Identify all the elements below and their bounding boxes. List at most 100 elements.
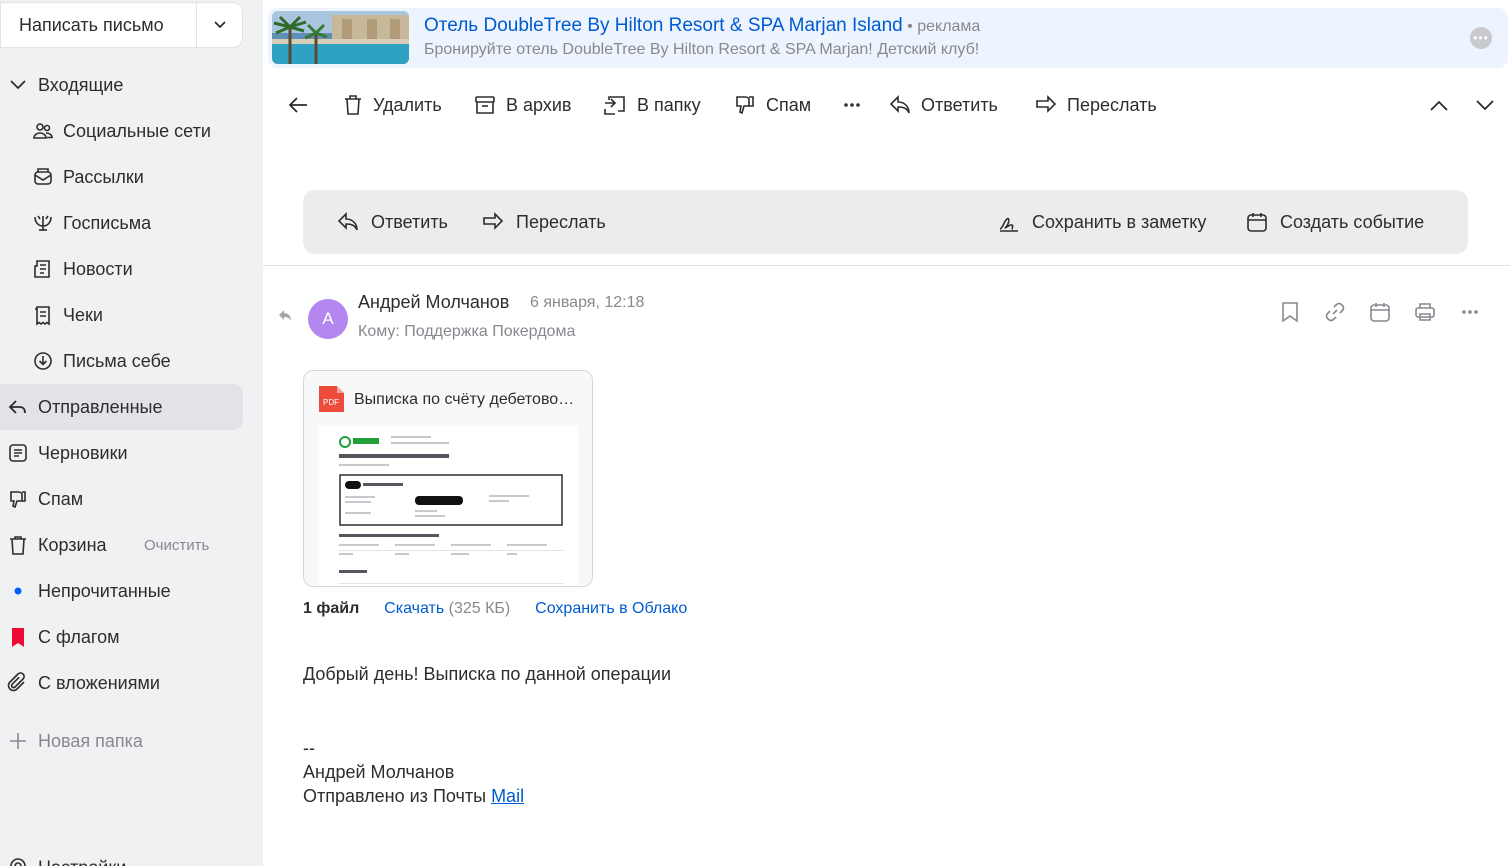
print-icon[interactable] (1413, 300, 1437, 324)
message-view: Отель DoubleTree By Hilton Resort & SPA … (263, 0, 1510, 866)
archive-icon (475, 96, 495, 114)
ad-title[interactable]: Отель DoubleTree By Hilton Resort & SPA … (424, 15, 980, 37)
folder-label: Чеки (63, 304, 103, 325)
folder-label: С вложениями (38, 672, 160, 693)
archive-button[interactable]: В архив (474, 82, 571, 128)
signature-name: Андрей Молчанов (303, 762, 455, 782)
ad-image[interactable] (272, 11, 409, 64)
back-button[interactable] (288, 82, 318, 128)
filter-unread[interactable]: Непрочитанные (0, 568, 243, 614)
chevron-down-icon[interactable] (7, 74, 29, 96)
spam-icon (7, 488, 29, 510)
forward-icon (483, 212, 504, 230)
paperclip-icon (7, 672, 29, 694)
delete-button[interactable]: Удалить (343, 82, 442, 128)
delete-label: Удалить (373, 94, 442, 115)
self-mail-icon (32, 350, 54, 372)
replied-icon (278, 308, 292, 326)
folder-list: Входящие Социальные сети Рассылки Госпис… (0, 62, 243, 764)
save-to-cloud-link[interactable]: Сохранить в Облако (535, 600, 687, 617)
folder-label: Госписьма (63, 212, 152, 233)
folder-drafts[interactable]: Черновики (0, 430, 243, 476)
files-count: 1 файл (303, 600, 360, 617)
attachment-name[interactable]: Выписка по счёту дебетовой карты (354, 391, 579, 409)
folder-label: Спам (38, 488, 84, 509)
new-folder-button[interactable]: Новая папка (0, 718, 243, 764)
folder-spam[interactable]: Спам (0, 476, 243, 522)
download-link[interactable]: Скачать (384, 600, 444, 617)
previous-message-button[interactable] (1430, 82, 1458, 128)
archive-label: В архив (506, 94, 572, 115)
bookmark-icon[interactable] (1278, 300, 1302, 324)
message-toolbar: Удалить В архив В папку Спам Ответить Пе… (263, 82, 1510, 128)
folder-self[interactable]: Письма себе (0, 338, 243, 384)
mail-link[interactable]: Mail (491, 786, 524, 806)
ad-banner[interactable]: Отель DoubleTree By Hilton Resort & SPA … (268, 8, 1508, 68)
filter-attachments[interactable]: С вложениями (0, 660, 243, 706)
create-event-button[interactable]: Создать событие (1246, 190, 1424, 254)
folder-label: С флагом (38, 626, 120, 647)
save-note-button[interactable]: Сохранить в заметку (998, 190, 1206, 254)
chevron-up-icon (1430, 100, 1448, 111)
move-to-folder-button[interactable]: В папку (603, 82, 701, 128)
reply-button[interactable]: Ответить (889, 82, 998, 128)
folder-inbox[interactable]: Входящие (0, 62, 243, 108)
folder-news[interactable]: Новости (0, 246, 243, 292)
next-message-button[interactable] (1476, 82, 1504, 128)
spam-label: Спам (766, 94, 812, 115)
save-note-label: Сохранить в заметку (1032, 211, 1207, 232)
gear-icon (8, 856, 28, 866)
more-actions-button[interactable] (843, 82, 871, 128)
folder-receipts[interactable]: Чеки (0, 292, 243, 338)
settings-link[interactable]: Настройки (8, 856, 126, 866)
more-dots-icon[interactable] (1458, 300, 1482, 324)
drafts-icon (7, 442, 29, 464)
avatar[interactable]: А (308, 299, 348, 339)
ad-title-text[interactable]: Отель DoubleTree By Hilton Resort & SPA … (424, 15, 903, 36)
pdf-icon: PDF (319, 386, 344, 412)
divider (263, 265, 1510, 266)
folder-gov[interactable]: Госписьма (0, 200, 243, 246)
sender-name[interactable]: Андрей Молчанов (358, 292, 509, 313)
clear-trash-button[interactable]: Очистить (144, 537, 209, 554)
mail-app: Написать письмо Входящие Социальные сети… (0, 0, 1510, 866)
attachment-card[interactable]: PDF Выписка по счёту дебетовой карты (303, 370, 593, 587)
folder-label: Корзина (38, 534, 107, 555)
flag-icon (7, 626, 29, 648)
folder-label: Рассылки (63, 166, 144, 187)
filter-flagged[interactable]: С флагом (0, 614, 243, 660)
folder-newsletters[interactable]: Рассылки (0, 154, 243, 200)
folder-label: Черновики (38, 442, 128, 463)
compose-button[interactable]: Написать письмо (1, 3, 196, 47)
quick-reply-button[interactable]: Ответить (337, 190, 448, 254)
attachment-preview[interactable] (319, 426, 578, 586)
message-date: 6 января, 12:18 (530, 294, 645, 311)
folder-sent[interactable]: Отправленные (0, 384, 243, 430)
chevron-down-icon (1476, 99, 1494, 110)
quick-forward-label: Переслать (516, 211, 606, 232)
calendar-icon[interactable] (1368, 300, 1392, 324)
ad-subtitle[interactable]: Бронируйте отель DoubleTree By Hilton Re… (424, 41, 979, 59)
forward-button[interactable]: Переслать (1035, 82, 1157, 128)
compose-dropdown-button[interactable] (196, 3, 242, 47)
quick-actions-bar: Ответить Переслать Сохранить в заметку С… (303, 190, 1468, 254)
arrow-left-icon (288, 97, 307, 113)
recipient-line[interactable]: Кому: Поддержка Покердома (358, 323, 575, 341)
forward-icon (1036, 95, 1057, 113)
sent-icon (7, 396, 29, 418)
folder-social[interactable]: Социальные сети (0, 108, 243, 154)
link-icon[interactable] (1323, 300, 1347, 324)
thumb-down-icon (736, 96, 754, 115)
move-folder-icon (604, 96, 625, 115)
signature: -- Андрей Молчанов Отправлено из Почты M… (303, 736, 524, 808)
folder-trash[interactable]: Корзина Очистить (0, 522, 243, 568)
ad-more-button[interactable]: ••• (1470, 27, 1492, 49)
quick-forward-button[interactable]: Переслать (482, 190, 606, 254)
ad-tag: • реклама (902, 18, 981, 35)
news-icon (32, 258, 54, 280)
spam-button[interactable]: Спам (734, 82, 811, 128)
folder-label: Социальные сети (63, 120, 211, 141)
reply-icon (889, 95, 910, 114)
message-body: Добрый день! Выписка по данной операции (303, 664, 672, 684)
folder-label: Непрочитанные (38, 580, 171, 601)
